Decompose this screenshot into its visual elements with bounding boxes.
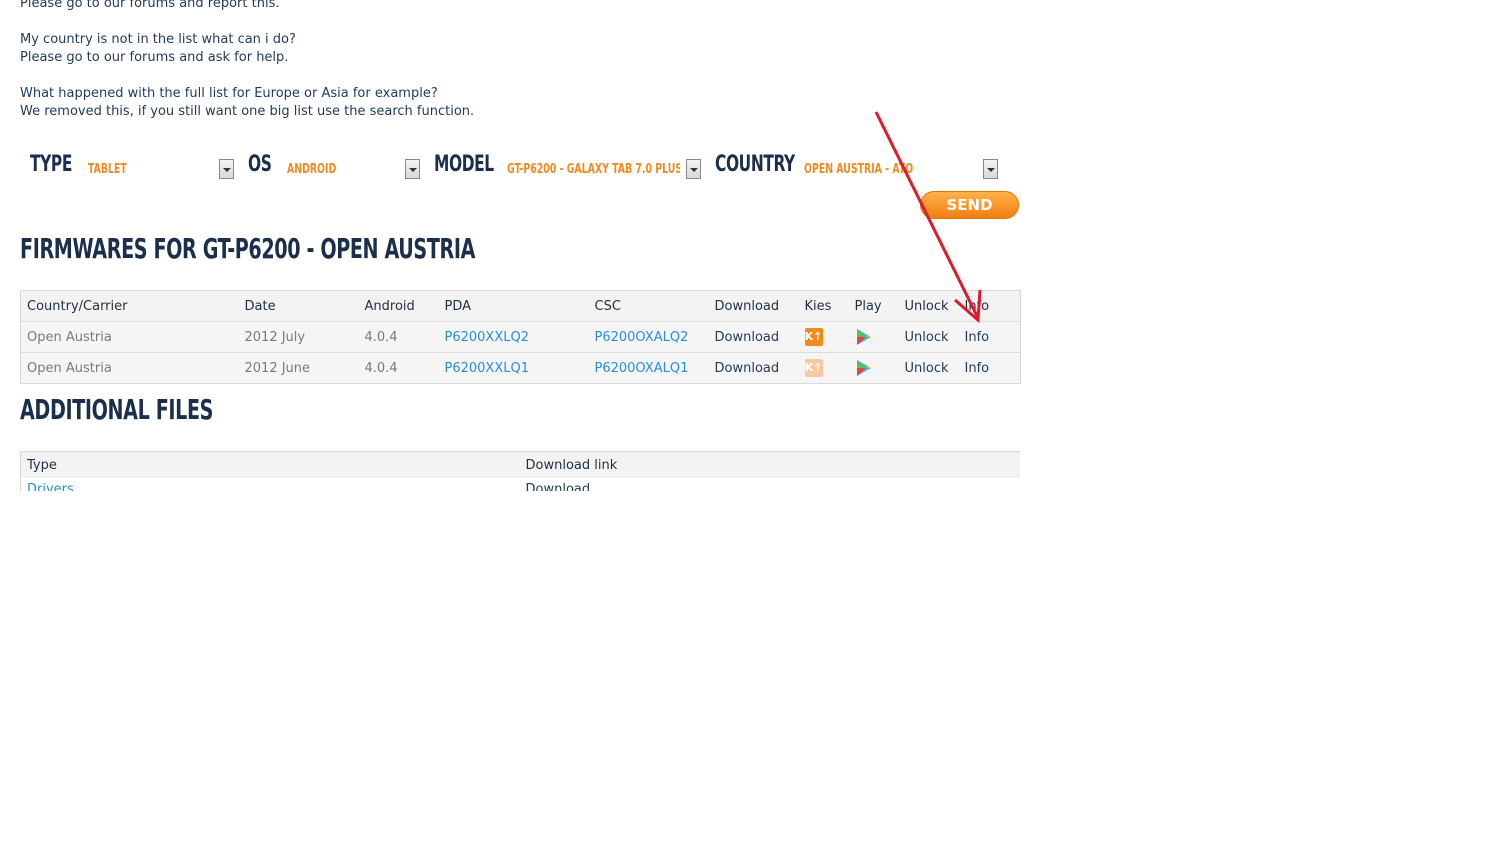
annotation-arrow-icon: [874, 111, 982, 324]
